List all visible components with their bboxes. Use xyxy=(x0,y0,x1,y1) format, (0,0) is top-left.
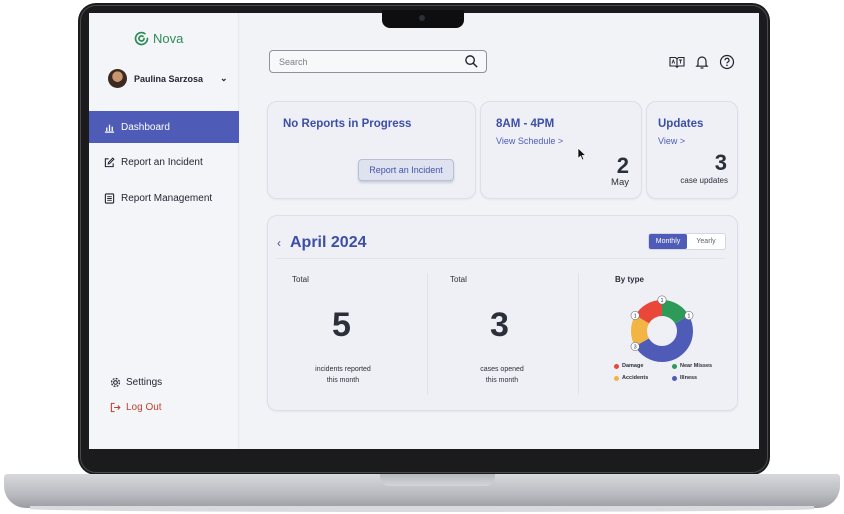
caption-line: incidents reported xyxy=(315,366,371,373)
legend-item: Damage xyxy=(614,363,643,369)
legend-label: Near Misses xyxy=(680,363,713,369)
sidebar-item-report-management[interactable]: Report Management xyxy=(89,182,239,214)
edit-icon xyxy=(104,156,115,167)
gear-icon xyxy=(110,377,121,388)
book-icon[interactable] xyxy=(669,54,685,70)
brand-logo[interactable]: Nova xyxy=(133,30,183,47)
chevron-left-icon[interactable]: ‹ xyxy=(277,236,281,250)
data-label: 1 xyxy=(660,298,663,304)
reports-card-title: No Reports in Progress xyxy=(283,118,412,130)
search-icon[interactable] xyxy=(464,54,479,69)
sidebar-item-report-incident[interactable]: Report an Incident xyxy=(89,146,239,178)
header-actions xyxy=(669,54,735,70)
bar-chart-icon xyxy=(104,124,115,133)
view-updates-link[interactable]: View > xyxy=(658,136,685,146)
monthly-overview-card: ‹ April 2024 Monthly Yearly Total 5 inci… xyxy=(267,215,738,411)
legend-label: Accidents xyxy=(622,375,649,381)
sidebar-item-label: Dashboard xyxy=(121,121,170,133)
settings-link[interactable]: Settings xyxy=(110,377,162,388)
schedule-hours: 8AM - 4PM xyxy=(496,118,555,130)
laptop-base-notch xyxy=(380,474,495,486)
reports-card: No Reports in Progress Report an Inciden… xyxy=(267,101,476,199)
view-schedule-link[interactable]: View Schedule > xyxy=(496,136,563,146)
sidebar-item-label: Report Management xyxy=(121,192,213,204)
logout-link[interactable]: Log Out xyxy=(110,402,162,413)
cases-caption: cases opened this month xyxy=(457,364,547,386)
incidents-count: 5 xyxy=(332,306,351,344)
caption-line: this month xyxy=(326,377,360,384)
app-screen: Nova Paulina Sarzosa ⌄ Dashboard Report … xyxy=(89,13,759,449)
tab-monthly[interactable]: Monthly xyxy=(649,234,687,249)
updates-card: Updates View > 3 case updates xyxy=(646,101,738,199)
logout-label: Log Out xyxy=(126,402,162,413)
divider xyxy=(276,258,725,259)
legend-swatch xyxy=(614,375,619,381)
schedule-month: May xyxy=(611,177,629,188)
month-title: April 2024 xyxy=(290,234,367,251)
tab-yearly[interactable]: Yearly xyxy=(687,234,725,249)
brand-name: Nova xyxy=(153,31,184,46)
sidebar-item-label: Report an Incident xyxy=(121,156,203,168)
legend-swatch xyxy=(672,375,677,381)
user-name: Paulina Sarzosa xyxy=(134,73,204,84)
report-incident-button[interactable]: Report an Incident xyxy=(358,159,454,181)
incidents-caption: incidents reported this month xyxy=(298,364,388,386)
laptop-shadow xyxy=(30,506,814,512)
caption-line: this month xyxy=(485,377,519,384)
camera-notch xyxy=(382,10,464,28)
settings-label: Settings xyxy=(126,377,163,388)
user-menu[interactable]: Paulina Sarzosa ⌄ xyxy=(108,69,228,88)
mouse-cursor-icon xyxy=(577,147,587,161)
data-label: 3 xyxy=(634,345,637,351)
legend-item: Near Misses xyxy=(672,363,712,369)
legend-item: Illness xyxy=(672,375,697,381)
legend-label: Illness xyxy=(680,375,698,381)
updates-caption: case updates xyxy=(680,176,728,185)
nova-logo-icon xyxy=(134,31,149,46)
avatar xyxy=(108,69,127,88)
by-type-title: By type xyxy=(615,275,644,284)
period-toggle: Monthly Yearly xyxy=(648,233,726,250)
updates-count: 3 xyxy=(714,150,727,175)
bell-icon[interactable] xyxy=(694,54,710,70)
legend-item: Accidents xyxy=(614,375,648,381)
camera-icon xyxy=(419,15,425,21)
laptop-chin xyxy=(89,449,759,463)
help-icon[interactable] xyxy=(719,54,735,70)
legend-swatch xyxy=(614,363,619,369)
updates-title: Updates xyxy=(658,118,704,130)
sidebar-item-dashboard[interactable]: Dashboard xyxy=(89,111,239,143)
stat-label: Total xyxy=(450,275,467,284)
caption-line: cases opened xyxy=(480,366,524,373)
cases-count: 3 xyxy=(490,306,509,344)
document-list-icon xyxy=(104,192,115,204)
divider xyxy=(427,273,428,395)
divider xyxy=(578,273,579,395)
search-input[interactable]: Search xyxy=(269,50,487,73)
incidents-by-type-donut: 1 3 1 1 xyxy=(630,295,694,362)
legend-label: Damage xyxy=(622,363,644,369)
data-label: 1 xyxy=(687,314,690,320)
stat-label: Total xyxy=(292,275,309,284)
search-placeholder: Search xyxy=(279,56,308,67)
legend-swatch xyxy=(672,363,677,369)
schedule-day: 2 xyxy=(616,153,629,178)
logout-icon xyxy=(110,402,121,413)
data-label: 1 xyxy=(634,314,637,320)
schedule-card: 8AM - 4PM View Schedule > 2 May xyxy=(480,101,642,199)
chevron-down-icon: ⌄ xyxy=(220,73,228,83)
sidebar: Nova Paulina Sarzosa ⌄ Dashboard Report … xyxy=(89,13,239,449)
